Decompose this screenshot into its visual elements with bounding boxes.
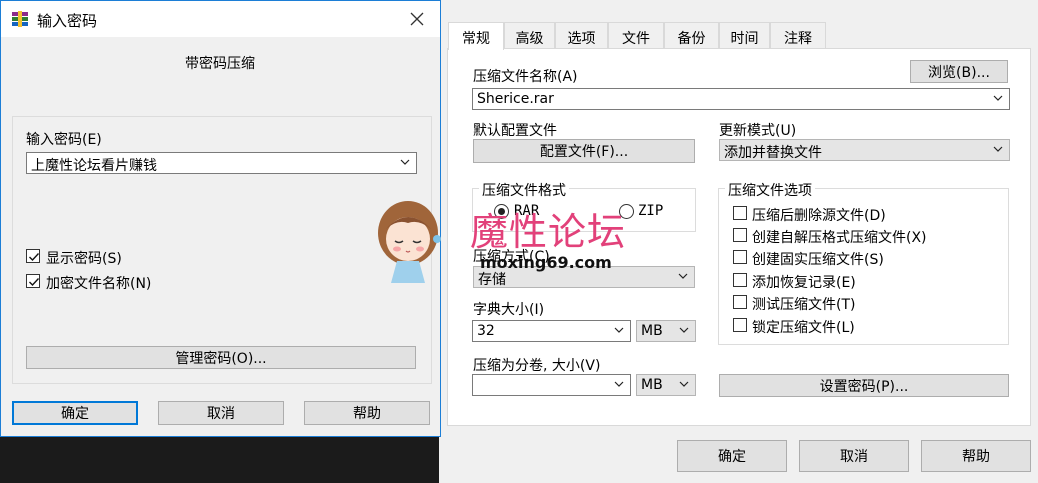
chevron-down-icon	[613, 323, 625, 337]
update-mode-label: 更新模式(U)	[719, 123, 797, 139]
method-label: 压缩方式(C)	[473, 249, 550, 265]
show-password-label: 显示密码(S)	[46, 251, 122, 267]
create-sfx-label: 创建自解压格式压缩文件(X)	[752, 230, 927, 246]
dictionary-unit-value: MB	[641, 323, 663, 339]
rar-label: RAR	[514, 203, 540, 219]
set-password-button[interactable]: 设置密码(P)...	[719, 374, 1009, 397]
checkmark-icon	[29, 278, 40, 287]
title-bar: 输入密码	[1, 1, 440, 37]
create-solid-checkbox[interactable]	[733, 250, 747, 264]
encrypt-file-names-checkbox[interactable]	[26, 274, 40, 288]
lock-archive-label: 锁定压缩文件(L)	[752, 320, 855, 336]
zip-label: ZIP	[638, 203, 664, 219]
profiles-button[interactable]: 配置文件(F)...	[473, 139, 695, 163]
archive-options-title: 压缩文件选项	[725, 180, 815, 200]
close-icon[interactable]	[409, 11, 425, 27]
update-mode-combo[interactable]: 添加并替换文件	[719, 139, 1010, 161]
split-volumes-combo[interactable]	[472, 374, 631, 396]
tab-options[interactable]: 选项	[555, 22, 608, 49]
tab-files[interactable]: 文件	[608, 22, 664, 49]
recovery-record-checkbox[interactable]	[733, 273, 747, 287]
dictionary-size-combo[interactable]: 32	[472, 320, 631, 342]
test-archive-label: 测试压缩文件(T)	[752, 297, 856, 313]
tab-advanced[interactable]: 高级	[504, 22, 555, 49]
chevron-down-icon	[677, 269, 689, 283]
password-heading: 带密码压缩	[185, 56, 255, 72]
create-solid-label: 创建固实压缩文件(S)	[752, 252, 884, 268]
main-cancel-button[interactable]: 取消	[799, 440, 909, 472]
encrypt-file-names-label: 加密文件名称(N)	[46, 276, 152, 292]
dictionary-unit-combo[interactable]: MB	[636, 320, 696, 342]
chevron-down-icon	[678, 323, 690, 337]
zip-radio[interactable]	[619, 204, 634, 219]
rar-radio[interactable]	[494, 204, 509, 219]
main-ok-button[interactable]: 确定	[677, 440, 787, 472]
tab-backup[interactable]: 备份	[664, 22, 719, 49]
chevron-down-icon	[992, 142, 1004, 156]
chevron-down-icon	[678, 377, 690, 391]
enter-password-dialog: 输入密码 带密码压缩 输入密码(E) 上魔性论坛看片赚钱 显示密码(S) 加密文…	[0, 0, 441, 437]
browse-button[interactable]: 浏览(B)...	[910, 60, 1008, 83]
update-mode-value: 添加并替换文件	[724, 145, 822, 161]
main-help-button[interactable]: 帮助	[921, 440, 1031, 472]
split-unit-value: MB	[641, 377, 663, 393]
password-help-button[interactable]: 帮助	[304, 401, 430, 425]
checkmark-icon	[29, 253, 40, 262]
organize-passwords-button[interactable]: 管理密码(O)...	[26, 346, 416, 369]
password-ok-button[interactable]: 确定	[12, 401, 138, 425]
lock-archive-checkbox[interactable]	[733, 318, 747, 332]
default-profile-label: 默认配置文件	[473, 123, 557, 139]
recovery-record-label: 添加恢复记录(E)	[752, 275, 856, 291]
delete-after-checkbox[interactable]	[733, 206, 747, 220]
archive-name-combo[interactable]: Sherice.rar	[472, 88, 1010, 110]
archive-name-value: Sherice.rar	[477, 91, 554, 107]
test-archive-checkbox[interactable]	[733, 295, 747, 309]
show-password-checkbox[interactable]	[26, 249, 40, 263]
dictionary-size-value: 32	[477, 323, 495, 339]
tab-time[interactable]: 时间	[719, 22, 770, 49]
dialog-title: 输入密码	[37, 12, 98, 30]
chevron-down-icon	[399, 155, 411, 169]
password-cancel-button[interactable]: 取消	[158, 401, 284, 425]
method-combo[interactable]: 存储	[473, 266, 695, 288]
create-sfx-checkbox[interactable]	[733, 228, 747, 242]
password-label: 输入密码(E)	[26, 132, 102, 148]
method-value: 存储	[478, 272, 506, 288]
dictionary-size-label: 字典大小(I)	[473, 302, 545, 318]
split-volumes-label: 压缩为分卷, 大小(V)	[473, 358, 601, 374]
password-combo[interactable]: 上魔性论坛看片赚钱	[26, 152, 417, 174]
tab-comment[interactable]: 注释	[770, 22, 826, 49]
archive-format-title: 压缩文件格式	[479, 180, 569, 200]
tab-general[interactable]: 常规	[448, 22, 504, 50]
split-unit-combo[interactable]: MB	[636, 374, 696, 396]
winrar-logo-icon	[11, 10, 29, 28]
radio-selected-dot	[498, 208, 505, 215]
chevron-down-icon	[613, 377, 625, 391]
delete-after-label: 压缩后删除源文件(D)	[752, 208, 886, 224]
archive-name-label: 压缩文件名称(A)	[473, 69, 578, 85]
password-value: 上魔性论坛看片赚钱	[31, 158, 157, 174]
chevron-down-icon	[992, 91, 1004, 105]
